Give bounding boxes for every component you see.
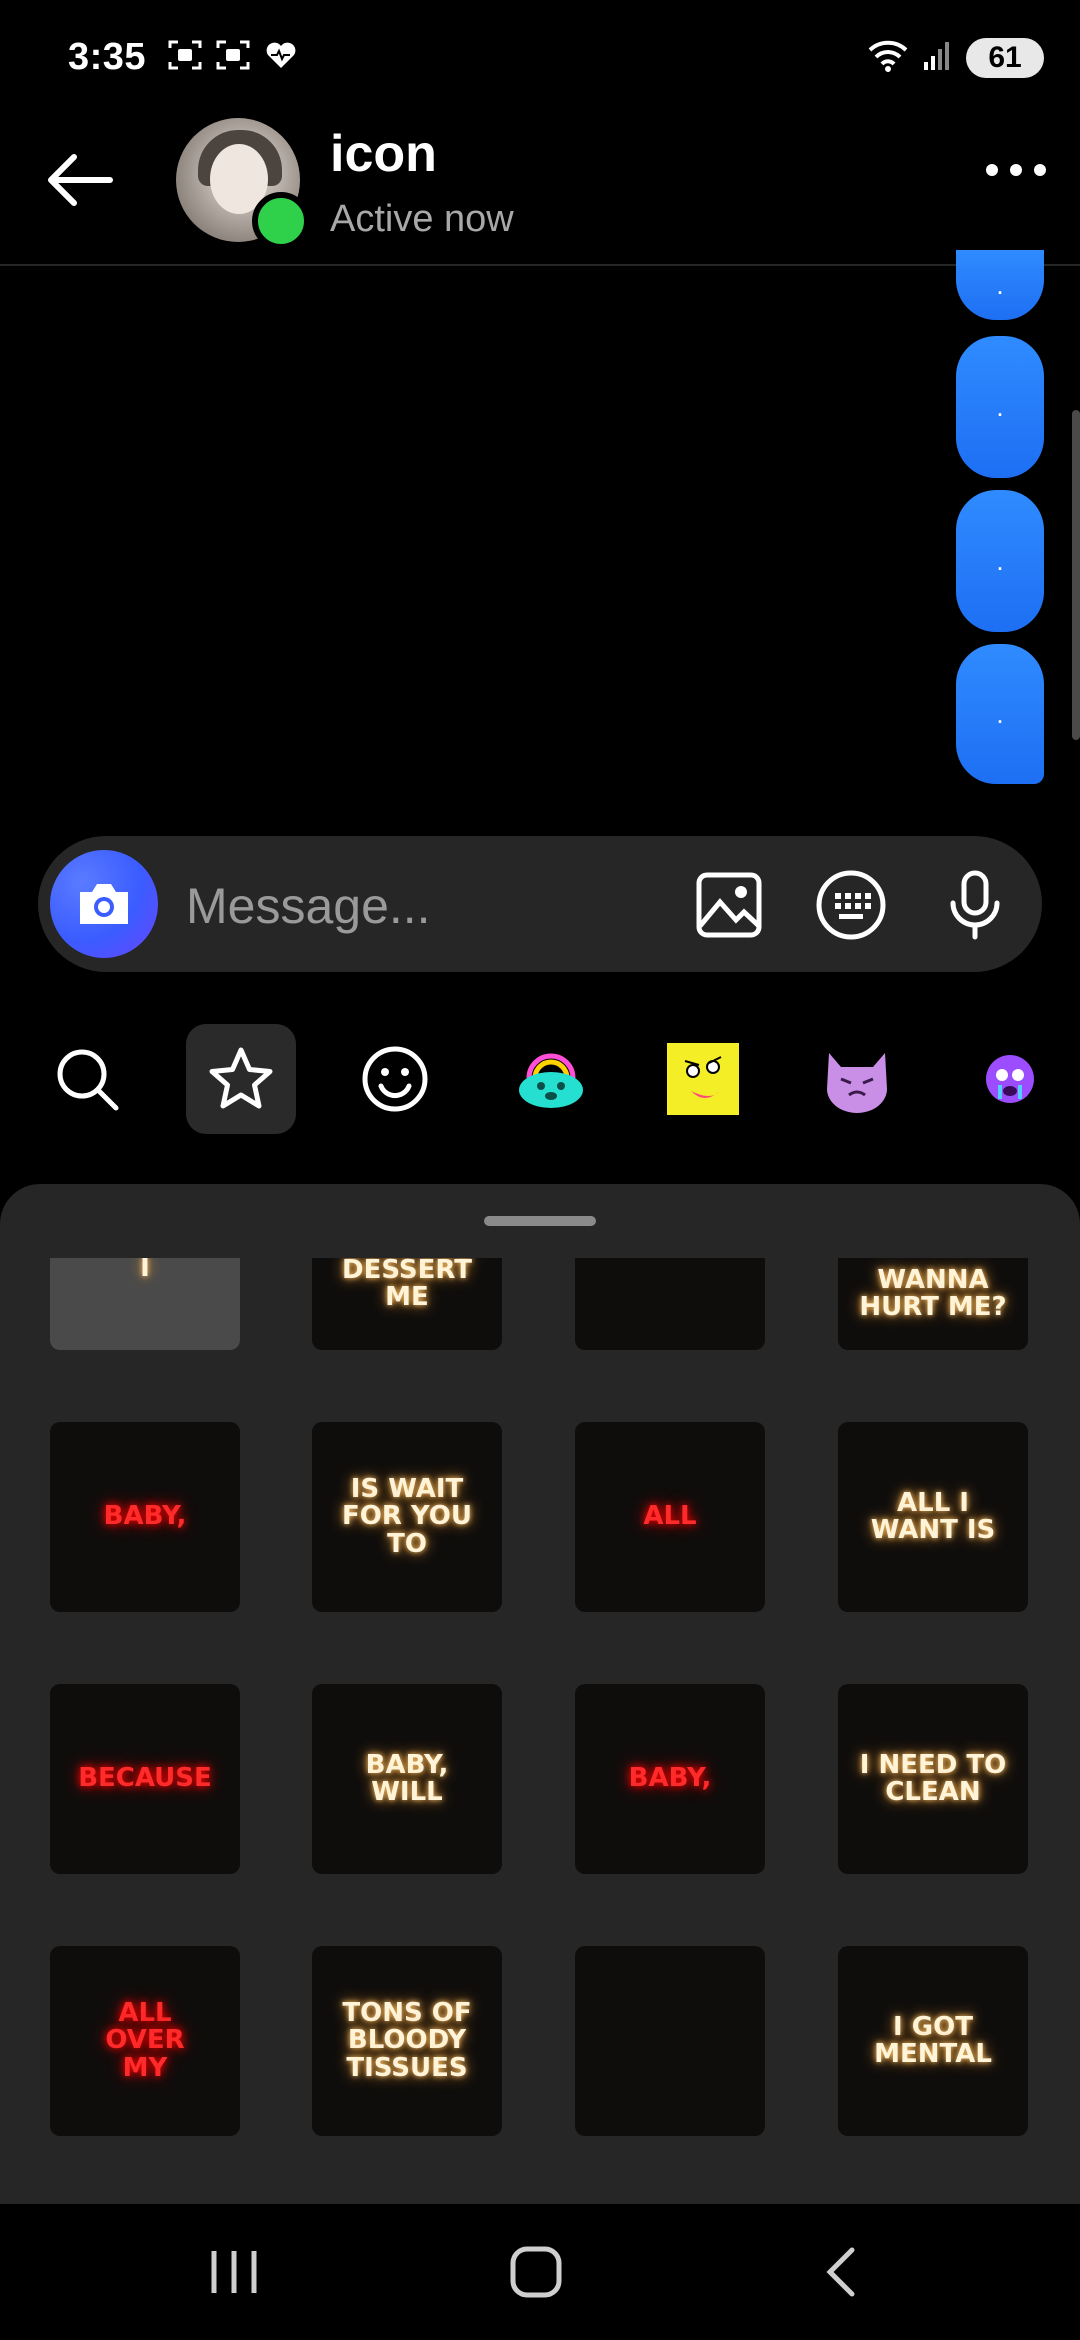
more-dot-icon (1010, 164, 1022, 176)
system-back-button[interactable] (790, 2236, 890, 2308)
crying-face-icon (986, 1055, 1034, 1103)
back-arrow-icon (48, 154, 113, 206)
star-icon (209, 1047, 273, 1109)
sticker-text: I GOT MENTAL (874, 2011, 992, 2069)
rainbow-creature-icon (519, 1053, 583, 1108)
sheet-drag-handle[interactable] (484, 1216, 596, 1226)
sticker[interactable]: ALL I WANT IS (838, 1422, 1028, 1612)
tab-favorites[interactable] (186, 1024, 296, 1134)
message-bubble[interactable]: . (956, 336, 1044, 478)
screen-record-icon-2 (216, 40, 250, 70)
screen-record-icon (168, 40, 202, 70)
sticker-text: WANNA HURT ME? (859, 1264, 1007, 1322)
message-text: . (996, 391, 1004, 422)
recent-apps-button[interactable] (184, 2236, 284, 2308)
search-icon (57, 1049, 119, 1111)
online-status-dot (252, 192, 310, 250)
sticker-keyboard-button[interactable] (814, 868, 888, 942)
sticker[interactable]: I GOT MENTAL (838, 1946, 1028, 2136)
sticker[interactable]: ALL OVER MY (50, 1946, 240, 2136)
sticker[interactable]: BECAUSE (50, 1684, 240, 1874)
keyboard-icon (816, 870, 886, 940)
sticker[interactable]: BABY, WILL (312, 1684, 502, 1874)
tab-search[interactable] (32, 1024, 142, 1134)
sticker-text: DESSERT ME (342, 1258, 472, 1312)
more-dot-icon (986, 164, 998, 176)
sticker-text: BECAUSE (78, 1763, 212, 1794)
smiley-icon (362, 1046, 428, 1112)
yellow-face-icon (667, 1043, 739, 1115)
sticker-text: TONS OF BLOODY TISSUES (342, 1998, 472, 2083)
sticker-text: ALL (643, 1501, 697, 1532)
purple-cat-icon (827, 1053, 887, 1113)
chevron-left-icon (826, 2247, 855, 2297)
sticker-text: ALL I WANT IS (870, 1487, 996, 1545)
sticker[interactable]: I NEED TO CLEAN (838, 1684, 1028, 1874)
sticker[interactable]: BABY, (50, 1422, 240, 1612)
sticker[interactable]: BABY, (575, 1684, 765, 1874)
sticker-text: BABY, (628, 1763, 712, 1794)
home-icon (510, 2246, 562, 2298)
sticker-text: I NEED TO CLEAN (859, 1749, 1007, 1807)
contact-name[interactable]: icon (330, 124, 437, 184)
voice-message-button[interactable] (938, 868, 1012, 942)
sticker-text: ALL OVER MY (105, 1998, 185, 2083)
tab-emoji[interactable] (340, 1024, 450, 1134)
message-bubble[interactable]: . (956, 490, 1044, 632)
battery-indicator: 61 (966, 38, 1044, 78)
sticker[interactable]: DESSERT ME (312, 1258, 502, 1350)
message-bubble[interactable]: . (956, 250, 1044, 320)
sticker[interactable] (575, 1946, 765, 2136)
sticker[interactable]: WANNA HURT ME? (838, 1258, 1028, 1350)
battery-level: 61 (988, 41, 1022, 74)
status-time: 3:35 (68, 36, 147, 78)
back-button[interactable] (40, 145, 120, 215)
tab-sticker-pack-crying[interactable] (960, 1024, 1060, 1134)
sticker-text: I (140, 1258, 150, 1284)
home-button[interactable] (486, 2236, 586, 2308)
sticker[interactable]: ALL (575, 1422, 765, 1612)
status-right-icons: 61 (868, 38, 1044, 78)
tab-sticker-pack-yellow[interactable] (648, 1024, 758, 1134)
sticker-text: BABY, WILL (365, 1749, 449, 1807)
sticker[interactable]: TONS OF BLOODY TISSUES (312, 1946, 502, 2136)
message-text: . (996, 545, 1004, 576)
sticker[interactable] (575, 1258, 765, 1350)
wifi-icon (868, 40, 908, 77)
tab-sticker-pack-purple[interactable] (802, 1024, 912, 1134)
message-text: . (996, 269, 1004, 300)
header-divider (0, 264, 1080, 266)
more-options-button[interactable] (986, 164, 1046, 176)
health-icon (264, 40, 298, 70)
sticker-text: IS WAIT FOR YOU TO (341, 1474, 473, 1559)
image-icon (696, 872, 762, 938)
sticker[interactable]: I (50, 1258, 240, 1350)
sticker[interactable]: IS WAIT FOR YOU TO (312, 1422, 502, 1612)
microphone-icon (950, 870, 1000, 940)
message-text: . (996, 698, 1004, 729)
scrollbar[interactable] (1072, 410, 1080, 740)
recent-apps-icon (211, 2251, 257, 2293)
sticker-text: BABY, (103, 1501, 187, 1532)
signal-icon (922, 40, 952, 77)
tab-sticker-pack-rainbow[interactable] (496, 1024, 606, 1134)
gallery-button[interactable] (692, 868, 766, 942)
camera-button[interactable] (50, 850, 158, 958)
more-dot-icon (1034, 164, 1046, 176)
contact-active-status: Active now (330, 198, 514, 240)
camera-icon (80, 884, 128, 924)
message-bubble[interactable]: . (956, 644, 1044, 784)
status-notification-icons (168, 40, 298, 70)
message-input[interactable] (184, 870, 638, 942)
